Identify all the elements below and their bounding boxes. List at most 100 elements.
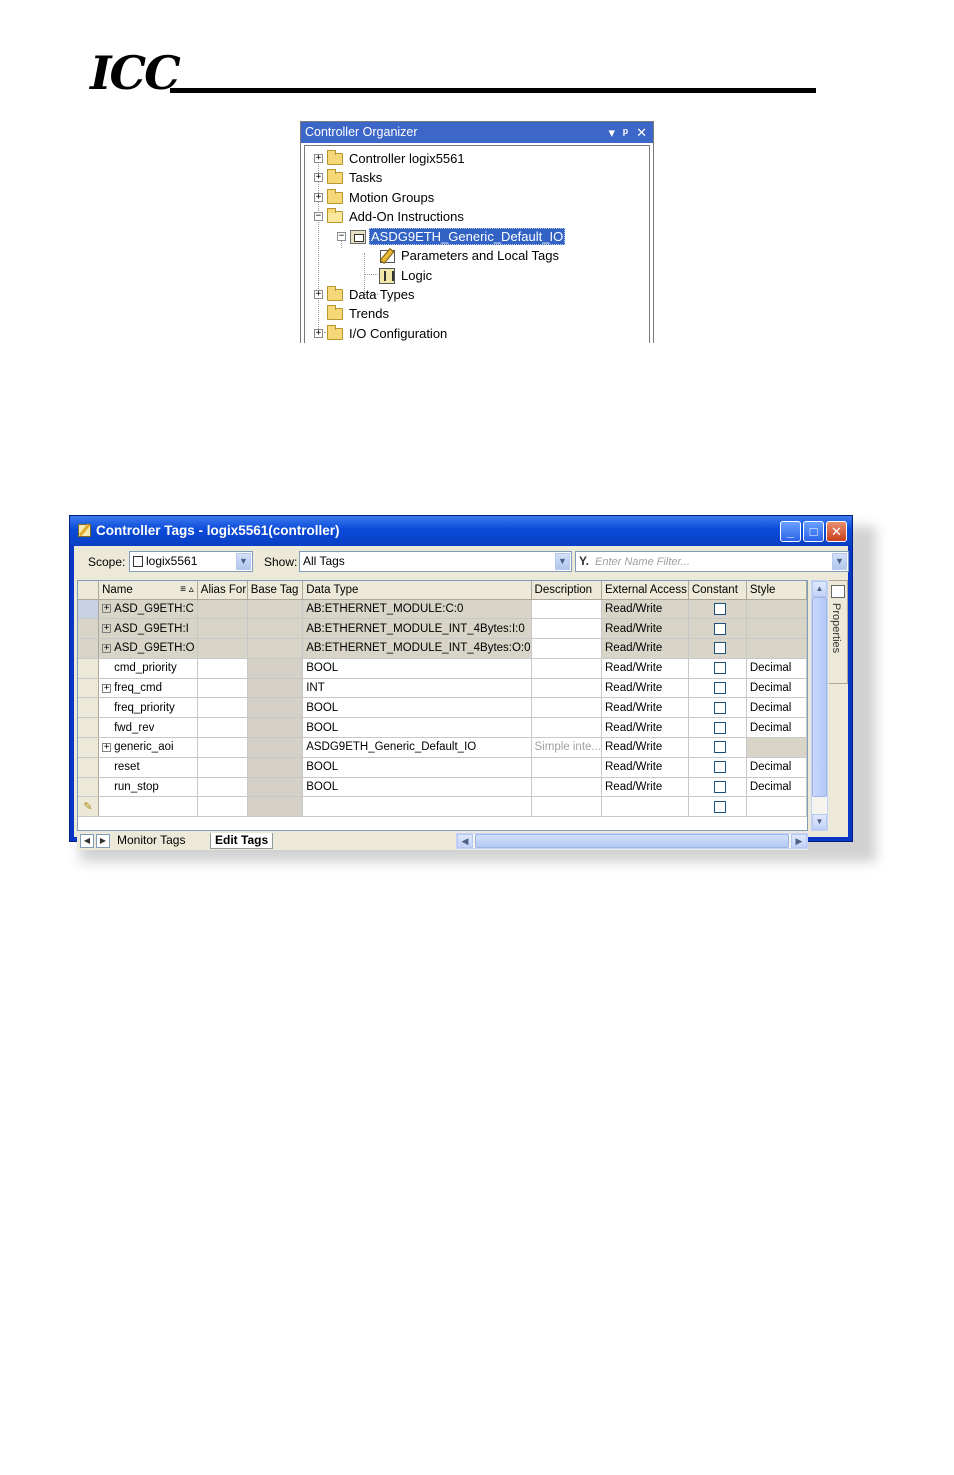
row-selector[interactable] [78,757,100,778]
style-cell[interactable] [746,599,807,620]
properties-side-tab[interactable]: Properties [829,580,848,684]
row-selector[interactable] [78,697,100,719]
tree-item-logic[interactable]: Logic [379,266,432,285]
pin-icon[interactable]: ᵖ [623,122,628,143]
expand-icon[interactable]: + [102,683,112,693]
constant-checkbox[interactable] [713,701,726,714]
table-row[interactable]: freq_priority BOOL Read/Write Decimal [78,697,807,719]
column-header-name[interactable]: Name ≡ ▵ [98,581,198,600]
external-access-cell[interactable]: Read/Write [601,638,689,659]
tag-name-cell[interactable]: run_stop [98,777,198,798]
column-header-data-type[interactable]: Data Type [302,581,532,600]
style-cell[interactable]: Decimal [746,757,807,778]
style-cell[interactable] [746,638,807,659]
tab-edit-tags[interactable]: Edit Tags [210,833,274,849]
row-selector[interactable] [78,678,100,699]
description-cell[interactable] [531,796,603,818]
description-cell[interactable] [531,658,603,679]
row-selector[interactable] [78,737,100,758]
organizer-title-bar[interactable]: Controller Organizer ▾ ᵖ ✕ [301,122,653,143]
style-cell[interactable] [746,618,807,640]
tag-name-cell[interactable]: + ASD_G9ETH:C [98,599,198,620]
expand-icon[interactable]: + [314,329,323,338]
scroll-thumb[interactable] [812,597,827,797]
collapse-icon[interactable]: − [337,232,346,241]
minimize-button[interactable]: _ [780,521,801,542]
scroll-thumb[interactable] [475,834,789,848]
sort-icon[interactable]: ≡ ▵ [180,584,196,595]
tree-item-data-types[interactable]: + Data Types [314,285,415,304]
external-access-cell[interactable]: Read/Write [601,757,689,778]
description-cell[interactable] [531,678,603,699]
data-type-cell[interactable]: BOOL [302,777,532,798]
tag-name-cell[interactable]: fwd_rev [98,717,198,739]
expand-icon[interactable]: + [102,643,112,653]
row-selector[interactable] [78,777,100,798]
chevron-down-icon[interactable]: ▼ [236,553,251,570]
description-cell[interactable] [531,777,603,798]
external-access-cell[interactable]: Read/Write [601,678,689,699]
table-row[interactable]: + ASD_G9ETH:C AB:ETHERNET_MODULE:C:0 Read… [78,599,807,620]
data-type-cell[interactable]: BOOL [302,757,532,778]
scroll-left-icon[interactable]: ◀ [457,834,473,848]
table-row[interactable]: run_stop BOOL Read/Write Decimal [78,777,807,798]
row-selector[interactable] [78,618,100,640]
tag-name-cell[interactable]: reset [98,757,198,778]
external-access-cell[interactable] [601,796,689,818]
data-type-cell[interactable]: BOOL [302,658,532,679]
row-selector[interactable] [78,638,100,659]
expand-icon[interactable]: + [314,193,323,202]
data-type-cell[interactable]: ASDG9ETH_Generic_Default_IO [302,737,532,758]
external-access-cell[interactable]: Read/Write [601,737,689,758]
tab-monitor-tags[interactable]: Monitor Tags [113,833,189,849]
tree-item-tasks[interactable]: + Tasks [314,168,382,187]
tree-item-controller[interactable]: + Controller logix5561 [314,149,465,168]
description-cell[interactable] [531,599,603,620]
tree-item-io-configuration[interactable]: + I/O Configuration [314,324,447,343]
tag-name-cell[interactable]: + ASD_G9ETH:O [98,638,198,659]
tag-name-cell[interactable]: + freq_cmd [98,678,198,699]
external-access-cell[interactable]: Read/Write [601,599,689,620]
column-header-external-access[interactable]: External Access [601,581,689,600]
tab-scroll-left-icon[interactable]: ◀ [80,834,94,848]
expand-icon[interactable]: + [314,154,323,163]
constant-checkbox[interactable] [713,721,726,734]
expand-icon[interactable]: + [102,742,112,752]
tag-name-cell[interactable]: freq_priority [98,697,198,719]
data-type-cell[interactable] [302,796,532,818]
vertical-scrollbar[interactable]: ▲ ▼ [811,580,828,831]
data-type-cell[interactable]: AB:ETHERNET_MODULE:C:0 [302,599,532,620]
external-access-cell[interactable]: Read/Write [601,777,689,798]
description-cell[interactable] [531,697,603,719]
row-selector[interactable] [78,599,100,620]
external-access-cell[interactable]: Read/Write [601,618,689,640]
table-row[interactable]: + ASD_G9ETH:I AB:ETHERNET_MODULE_INT_4Byt… [78,618,807,640]
style-cell[interactable] [746,737,807,758]
column-header-constant[interactable]: Constant [688,581,747,600]
column-header-description[interactable]: Description [531,581,603,600]
constant-checkbox[interactable] [713,662,726,675]
tree-item-parameters[interactable]: Parameters and Local Tags [379,246,559,265]
tab-scroll-right-icon[interactable]: ▶ [96,834,110,848]
scroll-up-icon[interactable]: ▲ [812,581,827,597]
constant-checkbox[interactable] [713,761,726,774]
close-icon[interactable]: ✕ [636,122,647,143]
column-header-alias-for[interactable]: Alias For [197,581,248,600]
table-row[interactable]: cmd_priority BOOL Read/Write Decimal [78,658,807,679]
table-row[interactable]: fwd_rev BOOL Read/Write Decimal [78,717,807,739]
table-row[interactable]: + freq_cmd INT Read/Write Decimal [78,678,807,699]
tag-name-cell[interactable] [98,796,198,818]
new-tag-row[interactable]: ✎ [78,796,807,818]
description-cell[interactable] [531,638,603,659]
tree-item-motion-groups[interactable]: + Motion Groups [314,188,434,207]
description-cell[interactable]: Simple inte... [531,737,603,758]
data-type-cell[interactable]: AB:ETHERNET_MODULE_INT_4Bytes:O:0 [302,638,532,659]
dropdown-arrow-icon[interactable]: ▾ [608,122,615,143]
expand-icon[interactable]: + [102,624,112,634]
chevron-down-icon[interactable]: ▼ [832,553,847,570]
description-cell[interactable] [531,757,603,778]
tag-name-cell[interactable]: + generic_aoi [98,737,198,758]
collapse-icon[interactable]: − [314,212,323,221]
table-row[interactable]: reset BOOL Read/Write Decimal [78,757,807,778]
maximize-button[interactable]: □ [803,521,824,542]
